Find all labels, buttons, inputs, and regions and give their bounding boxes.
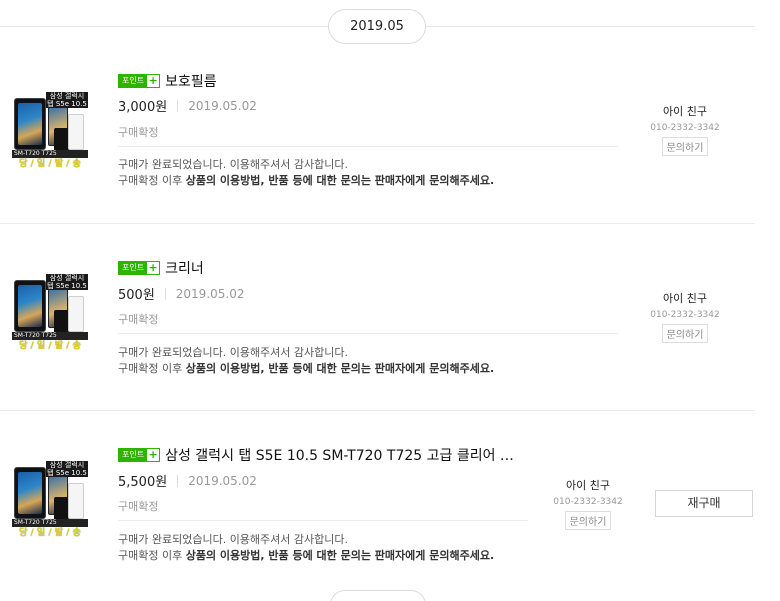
film-image (68, 114, 84, 150)
point-badge: 포인트 + (118, 261, 161, 275)
tablet-image (14, 98, 46, 150)
price: 500원 (118, 288, 155, 303)
complete-message: 구매가 완료되었습니다. 이용해주셔서 감사합니다. (118, 158, 349, 171)
thumb-model: SM-T720 T725 (12, 519, 88, 527)
point-badge: 포인트 + (118, 74, 161, 88)
rebuy-button[interactable]: 재구매 (655, 490, 753, 517)
product-title[interactable]: 보호필름 (165, 71, 217, 91)
price-row: 5,500원 2019.05.02 (118, 471, 257, 491)
film-image (68, 296, 84, 332)
order-date: 2019.05.02 (188, 98, 257, 113)
order-item: 삼성 갤럭시 탭 S5e 10.5 SM-T720 T725 당 / 일 / 발… (0, 411, 755, 586)
seller-name[interactable]: 아이 친구 (640, 290, 730, 306)
price-row: 500원 2019.05.02 (118, 284, 245, 304)
order-item: 삼성 갤럭시 탭 S5e 10.5 SM-T720 T725 당 / 일 / 발… (0, 48, 755, 224)
plus-icon: + (147, 448, 160, 461)
seller-info: 아이 친구 010-2332-3342 문의하기 (640, 290, 730, 343)
order-item: 삼성 갤럭시 탭 S5e 10.5 SM-T720 T725 당 / 일 / 발… (0, 224, 755, 411)
title-row: 포인트 + 보호필름 (118, 71, 217, 91)
order-status: 구매확정 (118, 313, 159, 326)
product-thumbnail[interactable]: 삼성 갤럭시 탭 S5e 10.5 SM-T720 T725 당 / 일 / 발… (12, 461, 88, 541)
notice-bold: 상품의 이용방법, 반품 등에 대한 문의는 판매자에게 문의해주세요. (185, 549, 495, 562)
point-badge-label: 포인트 (119, 449, 148, 461)
tablet-image (14, 280, 46, 332)
notice-prefix: 구매확정 이후 (118, 174, 186, 187)
film-image (68, 483, 84, 519)
price-row: 3,000원 2019.05.02 (118, 96, 257, 116)
notice-bold: 상품의 이용방법, 반품 등에 대한 문의는 판매자에게 문의해주세요. (185, 174, 495, 187)
plus-icon: + (147, 74, 160, 87)
inner-divider (118, 520, 528, 521)
seller-phone: 010-2332-3342 (650, 310, 720, 320)
notice-bold: 상품의 이용방법, 반품 등에 대한 문의는 판매자에게 문의해주세요. (185, 362, 495, 375)
thumb-model: SM-T720 T725 (12, 150, 88, 158)
complete-message: 구매가 완료되었습니다. 이용해주셔서 감사합니다. (118, 533, 349, 546)
seller-name[interactable]: 아이 친구 (640, 103, 730, 119)
point-badge-label: 포인트 (119, 75, 148, 87)
next-month-pill (330, 590, 426, 601)
seller-phone: 010-2332-3342 (650, 123, 720, 133)
notice-message: 구매확정 이후 상품의 이용방법, 반품 등에 대한 문의는 판매자에게 문의해… (118, 360, 494, 376)
order-status: 구매확정 (118, 126, 159, 139)
notice-prefix: 구매확정 이후 (118, 549, 186, 562)
seller-info: 아이 친구 010-2332-3342 문의하기 (640, 103, 730, 156)
title-row: 포인트 + 크리너 (118, 258, 204, 278)
thumb-brand: 삼성 갤럭시 탭 S5e 10.5 (46, 274, 88, 290)
product-thumbnail[interactable]: 삼성 갤럭시 탭 S5e 10.5 SM-T720 T725 당 / 일 / 발… (12, 92, 88, 172)
inner-divider (118, 146, 618, 147)
divider (177, 474, 179, 487)
inquiry-button[interactable]: 문의하기 (661, 137, 709, 156)
order-status: 구매확정 (118, 500, 159, 513)
price: 3,000원 (118, 100, 168, 115)
thumb-model: SM-T720 T725 (12, 332, 88, 340)
order-date: 2019.05.02 (175, 286, 245, 301)
divider (164, 287, 166, 300)
month-label: 2019.05 (328, 9, 426, 44)
order-date: 2019.05.02 (188, 473, 257, 488)
thumb-brand: 삼성 갤럭시 탭 S5e 10.5 (46, 461, 88, 477)
thumb-promo: 당 / 일 / 발 / 송 (19, 159, 81, 169)
inner-divider (118, 333, 618, 334)
inquiry-button[interactable]: 문의하기 (661, 324, 709, 343)
notice-prefix: 구매확정 이후 (118, 362, 186, 375)
thumb-brand: 삼성 갤럭시 탭 S5e 10.5 (46, 92, 88, 108)
divider (177, 99, 179, 112)
inquiry-button[interactable]: 문의하기 (564, 511, 612, 530)
price: 5,500원 (118, 475, 168, 490)
seller-info: 아이 친구 010-2332-3342 문의하기 (543, 477, 633, 530)
seller-phone: 010-2332-3342 (553, 497, 623, 507)
tablet-image (14, 467, 46, 519)
date-divider: 2019.05 (0, 0, 755, 48)
notice-message: 구매확정 이후 상품의 이용방법, 반품 등에 대한 문의는 판매자에게 문의해… (118, 172, 494, 188)
product-title[interactable]: 삼성 갤럭시 탭 S5E 10.5 SM-T720 T725 고급 클리어 … (165, 445, 514, 465)
thumb-promo: 당 / 일 / 발 / 송 (19, 341, 81, 351)
product-title[interactable]: 크리너 (165, 258, 204, 278)
thumb-promo: 당 / 일 / 발 / 송 (19, 528, 81, 538)
plus-icon: + (147, 261, 160, 274)
point-badge-label: 포인트 (119, 262, 148, 274)
point-badge: 포인트 + (118, 448, 161, 462)
seller-name[interactable]: 아이 친구 (543, 477, 633, 493)
title-row: 포인트 + 삼성 갤럭시 탭 S5E 10.5 SM-T720 T725 고급 … (118, 445, 514, 465)
complete-message: 구매가 완료되었습니다. 이용해주셔서 감사합니다. (118, 346, 349, 359)
product-thumbnail[interactable]: 삼성 갤럭시 탭 S5e 10.5 SM-T720 T725 당 / 일 / 발… (12, 274, 88, 354)
notice-message: 구매확정 이후 상품의 이용방법, 반품 등에 대한 문의는 판매자에게 문의해… (118, 547, 494, 563)
